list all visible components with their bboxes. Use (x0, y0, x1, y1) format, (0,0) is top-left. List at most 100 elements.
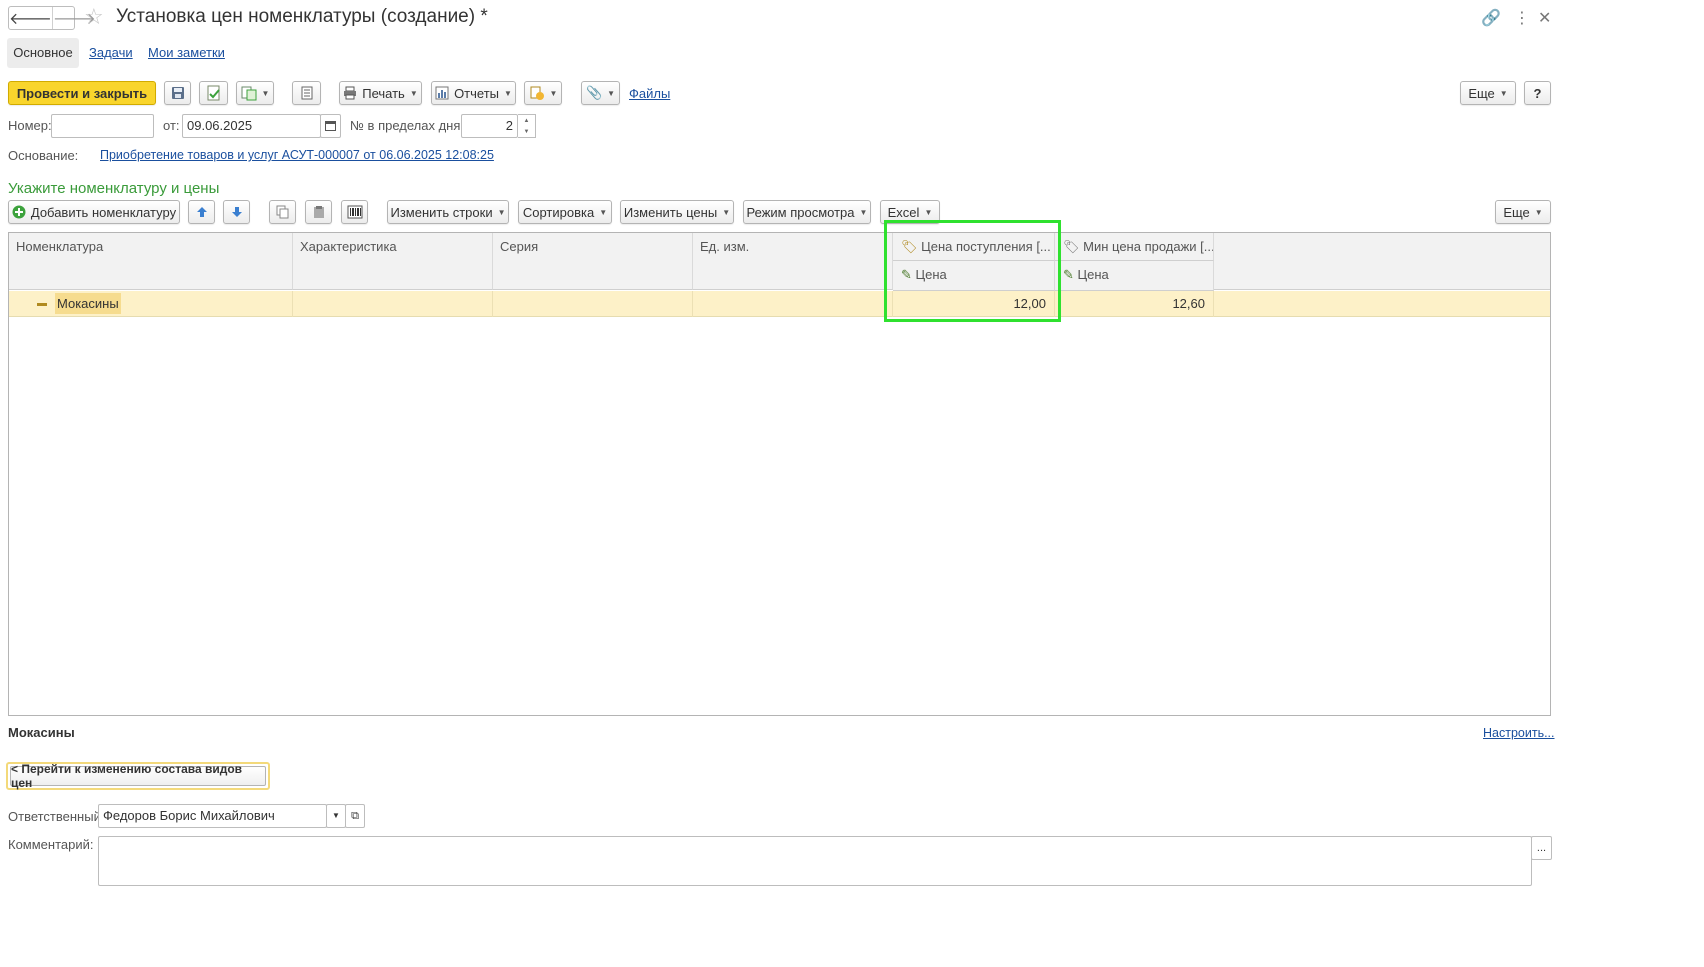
back-arrow-icon[interactable]: 🡐 (9, 7, 52, 29)
responsible-label: Ответственный: (8, 809, 105, 824)
print-label: Печать (362, 85, 405, 101)
post-and-close-button[interactable]: Провести и закрыть (8, 81, 156, 105)
nav-buttons: 🡐 🡒 (8, 6, 96, 30)
create-based-on-button[interactable]: ▼ (236, 81, 274, 105)
save-button[interactable] (164, 81, 191, 105)
responsible-field[interactable]: Федоров Борис Михайлович (98, 804, 327, 828)
spin-up-icon[interactable]: ▲ (524, 118, 530, 124)
column-subheader-min-sale-price[interactable]: ✎ Цена (1055, 261, 1214, 291)
reports-label: Отчеты (454, 85, 499, 101)
section-title: Укажите номенклатуру и цены (8, 180, 220, 197)
reports-button[interactable]: Отчеты ▼ (431, 81, 516, 105)
barcode-button[interactable] (341, 200, 368, 224)
tab-main[interactable]: Основное (7, 38, 79, 68)
min-sale-price-cell[interactable]: 12,60 (1055, 291, 1214, 317)
sort-button[interactable]: Сортировка ▼ (518, 200, 612, 224)
link-icon[interactable]: 🔗 (1481, 8, 1501, 28)
calendar-button[interactable] (320, 114, 341, 138)
copy-button[interactable] (269, 200, 296, 224)
paperclip-icon: 📎 (585, 85, 603, 100)
more-vertical-icon[interactable]: ⋮ (1514, 8, 1530, 28)
view-mode-label: Режим просмотра (746, 204, 855, 220)
number-field[interactable] (51, 114, 154, 138)
unit-cell[interactable] (693, 291, 893, 317)
column-header-filler (1214, 233, 1550, 290)
move-down-button[interactable] (223, 200, 250, 224)
column-header-series[interactable]: Серия (493, 233, 693, 290)
create-based-on-icon (241, 86, 257, 101)
print-button[interactable]: Печать ▼ (339, 81, 422, 105)
paste-button[interactable] (305, 200, 332, 224)
view-mode-button[interactable]: Режим просмотра ▼ (743, 200, 871, 224)
change-prices-label: Изменить цены (623, 204, 718, 220)
more-label: Еще (1468, 85, 1495, 101)
tab-tasks[interactable]: Задачи (89, 38, 133, 68)
number-label: Номер: (8, 118, 52, 133)
go-to-price-types-button[interactable]: < Перейти к изменению состава видов цен (6, 762, 270, 790)
configure-link[interactable]: Настроить... (1483, 726, 1555, 740)
add-circle-icon (12, 205, 26, 219)
pencil-icon: ✎ (1063, 267, 1074, 282)
tree-collapse-icon[interactable]: ▬ (37, 291, 47, 317)
favorite-star-icon[interactable]: ☆ (84, 4, 104, 30)
table-row[interactable]: ▬ Мокасины 12,00 12,60 (9, 291, 1550, 317)
change-rows-button[interactable]: Изменить строки ▼ (387, 200, 509, 224)
related-documents-button[interactable]: ▼ (524, 81, 562, 105)
files-link[interactable]: Файлы (629, 86, 670, 101)
date-field[interactable]: 09.06.2025 (182, 114, 321, 138)
save-icon (171, 87, 184, 99)
column-header-min-sale-price[interactable]: 🏷 Мин цена продажи [... (1055, 233, 1214, 261)
highlight-box (884, 220, 1061, 322)
date-label: от: (163, 118, 180, 133)
spin-down-icon[interactable]: ▼ (524, 129, 530, 135)
chevron-down-icon: ▼ (722, 207, 731, 217)
close-icon[interactable]: ✕ (1538, 8, 1551, 28)
journal-button[interactable] (292, 81, 321, 105)
arrow-down-icon (231, 207, 242, 217)
post-document-icon (207, 85, 220, 101)
basis-link[interactable]: Приобретение товаров и услуг АСУТ-000007… (100, 148, 494, 162)
add-item-button[interactable]: Добавить номенклатуру (8, 200, 180, 224)
column-header-characteristic[interactable]: Характеристика (293, 233, 493, 290)
series-cell[interactable] (493, 291, 693, 317)
item-name: Мокасины (55, 293, 121, 314)
price-tag-icon: 🏷 (1063, 239, 1080, 254)
prices-table[interactable]: Номенклатура Характеристика Серия Ед. из… (8, 232, 1551, 716)
add-item-label: Добавить номенклатуру (30, 204, 177, 220)
journal-icon (301, 86, 312, 100)
comment-expand-button[interactable]: ... (1531, 836, 1552, 860)
chevron-down-icon: ▼ (924, 207, 933, 217)
responsible-dropdown-button[interactable]: ▼ (326, 804, 346, 828)
more-button[interactable]: Еще ▼ (1460, 81, 1516, 105)
chevron-down-icon: ▼ (607, 88, 616, 98)
attach-button[interactable]: 📎 ▼ (581, 81, 620, 105)
responsible-open-button[interactable]: ⧉ (345, 804, 365, 828)
item-cell[interactable]: ▬ Мокасины (9, 291, 293, 317)
calendar-icon (325, 121, 336, 131)
chevron-down-icon: ▼ (1534, 207, 1543, 217)
chevron-down-icon: ▼ (497, 207, 506, 217)
selected-item-name: Мокасины (8, 725, 75, 740)
column-header-unit[interactable]: Ед. изм. (693, 233, 893, 290)
move-up-button[interactable] (188, 200, 215, 224)
column-header-item[interactable]: Номенклатура (9, 233, 293, 290)
post-button[interactable] (199, 81, 228, 105)
basis-label: Основание: (8, 148, 79, 163)
tab-my-notes[interactable]: Мои заметки (148, 38, 225, 68)
change-prices-button[interactable]: Изменить цены ▼ (620, 200, 734, 224)
chevron-down-icon: ▼ (859, 207, 868, 217)
day-number-field[interactable]: 2 (461, 114, 518, 138)
comment-field[interactable] (98, 836, 1532, 886)
table-more-button[interactable]: Еще ▼ (1495, 200, 1551, 224)
barcode-icon (347, 205, 362, 219)
open-window-icon: ⧉ (351, 810, 359, 822)
help-button[interactable]: ? (1524, 81, 1551, 105)
reports-icon (435, 86, 449, 100)
chevron-down-icon: ▼ (332, 811, 340, 820)
related-documents-icon (530, 86, 544, 100)
chevron-down-icon: ▼ (504, 88, 512, 98)
chevron-down-icon: ▼ (409, 88, 418, 98)
day-number-stepper[interactable]: ▲ ▼ (518, 114, 536, 138)
characteristic-cell[interactable] (293, 291, 493, 317)
min-sale-price-title: Мин цена продажи [... (1083, 239, 1214, 254)
